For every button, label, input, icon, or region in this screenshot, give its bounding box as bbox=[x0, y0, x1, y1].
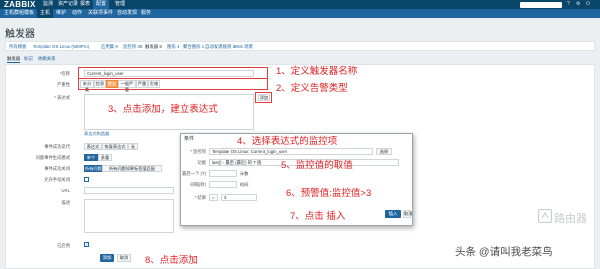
problem-mode-single[interactable]: 单个 bbox=[84, 154, 98, 161]
dialog-shift-label: 间隔(秒) bbox=[190, 182, 206, 187]
dialog-result-operator[interactable]: = bbox=[209, 194, 218, 201]
ok-event-recovery[interactable]: 恢复表达式 bbox=[102, 143, 128, 150]
ok-event-label: 事件成功迭代 bbox=[44, 144, 70, 149]
expression-constructor-link[interactable]: 表达式构造器 bbox=[84, 131, 109, 137]
author-watermark: 头条 @请叫我老菜鸟 bbox=[455, 246, 553, 258]
page-title: 触发器 bbox=[5, 29, 35, 40]
nav-configuration[interactable]: 配置 bbox=[93, 0, 110, 9]
problem-mode-multiple[interactable]: 多重 bbox=[98, 154, 112, 161]
dialog-function-label: 功能 bbox=[197, 160, 206, 165]
dialog-item-label: * 监控项 bbox=[190, 149, 206, 154]
dialog-last-label: 最后一个 (T) bbox=[182, 171, 206, 176]
url-label: URL bbox=[61, 188, 70, 193]
subnav-hostgroups[interactable]: 主机群组 bbox=[4, 9, 24, 18]
annotation-box-severity bbox=[78, 78, 268, 90]
subnav-maintenance[interactable]: 维护 bbox=[56, 9, 66, 18]
ok-close-all[interactable]: 所有问题 bbox=[84, 165, 102, 172]
router-watermark-logo: 路由器 bbox=[537, 208, 596, 225]
breadcrumb-applications[interactable]: 应用集 9 bbox=[101, 44, 118, 50]
dialog-insert-button[interactable]: 插入 bbox=[385, 210, 401, 218]
annotation-6: 6、预警值:监控值>3 bbox=[286, 188, 372, 199]
dialog-select-button[interactable]: 选择 bbox=[376, 148, 392, 155]
dialog-result-label: * 结果 bbox=[194, 195, 206, 200]
severity-label: 严重性 bbox=[57, 82, 70, 87]
nav-inventory[interactable]: 资产记录 bbox=[58, 0, 78, 9]
manual-close-checkbox[interactable] bbox=[84, 177, 89, 182]
dialog-shift-unit: 时间 bbox=[240, 182, 249, 187]
dialog-shift-input[interactable] bbox=[209, 181, 237, 188]
annotation-3: 3、点击添加，建立表达式 bbox=[108, 104, 218, 115]
dialog-last-unit: 计数 bbox=[240, 171, 249, 176]
annotation-1: 1、定义触发器名称 bbox=[276, 66, 358, 77]
manual-close-label: 允许手动关闭 bbox=[44, 177, 70, 182]
subnav-templates[interactable]: 模板 bbox=[24, 9, 34, 18]
url-input[interactable] bbox=[84, 187, 174, 194]
annotation-4: 4、选择表达式的监控项 bbox=[237, 136, 338, 147]
dialog-last-input[interactable] bbox=[209, 170, 237, 177]
breadcrumb-triggers[interactable]: 触发器 9 bbox=[145, 44, 162, 50]
ok-event-expression[interactable]: 表达式 bbox=[84, 143, 102, 150]
dialog-result-value[interactable]: 3 bbox=[221, 194, 257, 201]
breadcrumb-screens[interactable]: 聚合图形 1 bbox=[183, 44, 204, 50]
subnav-services[interactable]: 服务 bbox=[141, 9, 151, 18]
ok-close-label: 事件成功关闭 bbox=[44, 166, 70, 171]
tab-dependencies[interactable]: 依赖关系 bbox=[38, 56, 56, 62]
enabled-checkbox[interactable]: ✓ bbox=[84, 242, 89, 247]
annotation-7: 7、点击 插入 bbox=[290, 211, 346, 222]
search-input[interactable] bbox=[520, 2, 562, 8]
breadcrumb-graphs[interactable]: 图形 4 bbox=[167, 44, 179, 50]
nav-reports[interactable]: 报表 bbox=[80, 0, 90, 9]
settings-icon[interactable]: ⚙ bbox=[576, 0, 580, 9]
enabled-label: 已启用 bbox=[57, 243, 70, 248]
dialog-item-input[interactable]: Template OS Linux: Current_login_user bbox=[209, 148, 373, 155]
annotation-8: 8、点击添加 bbox=[145, 255, 198, 266]
name-label: *名称 bbox=[59, 71, 70, 76]
annotation-2: 2、定义告警类型 bbox=[276, 83, 348, 94]
subnav-correlation[interactable]: 关联项事件 bbox=[88, 9, 113, 18]
breadcrumb-web[interactable]: Web 场景 bbox=[234, 44, 253, 50]
zabbix-logo[interactable]: ZABBIX bbox=[4, 0, 36, 9]
tab-tags[interactable]: 标记 bbox=[24, 56, 33, 62]
dialog-title: 条件 bbox=[184, 136, 195, 142]
tab-trigger[interactable]: 触发器 bbox=[7, 56, 21, 63]
subnav-hosts[interactable]: 主机 bbox=[37, 9, 54, 18]
breadcrumb-all-templates[interactable]: 所有模板 bbox=[9, 44, 27, 50]
submit-add-button[interactable]: 添加 bbox=[100, 254, 114, 262]
expression-label: * 表达式 bbox=[54, 95, 70, 100]
dialog-cancel-button[interactable]: 取消 bbox=[403, 210, 412, 218]
ok-close-tag-match[interactable]: 所有问题如果标签值匹配 bbox=[102, 165, 162, 172]
logout-icon[interactable]: ⏻ bbox=[586, 0, 590, 9]
subnav-actions[interactable]: 动作 bbox=[72, 9, 82, 18]
nav-monitoring[interactable]: 监测 bbox=[43, 0, 53, 9]
router-watermark-text: 路由器 bbox=[554, 213, 587, 225]
breadcrumb: 所有模板 Template OS Linux (NIMPro) 应用集 9 监控… bbox=[5, 41, 595, 51]
nav-administration[interactable]: 管理 bbox=[115, 0, 125, 9]
ok-event-none[interactable]: 无 bbox=[128, 143, 138, 150]
subnav-discovery[interactable]: 自动发现 bbox=[117, 9, 137, 18]
breadcrumb-items[interactable]: 监控项 38 bbox=[123, 44, 142, 50]
breadcrumb-template[interactable]: Template OS Linux (NIMPro) bbox=[33, 44, 89, 49]
annotation-5: 5、监控值的取值 bbox=[281, 160, 353, 171]
breadcrumb-discovery[interactable]: 自动发现规则 2 bbox=[205, 44, 235, 50]
help-icon[interactable]: ? bbox=[567, 0, 570, 9]
description-textarea[interactable] bbox=[84, 199, 174, 233]
annotation-box-add bbox=[255, 92, 272, 103]
description-label: 描述 bbox=[61, 200, 70, 205]
form-cancel-button[interactable]: 取消 bbox=[117, 254, 131, 262]
problem-mode-label: 问题事件生成模式 bbox=[35, 155, 70, 160]
